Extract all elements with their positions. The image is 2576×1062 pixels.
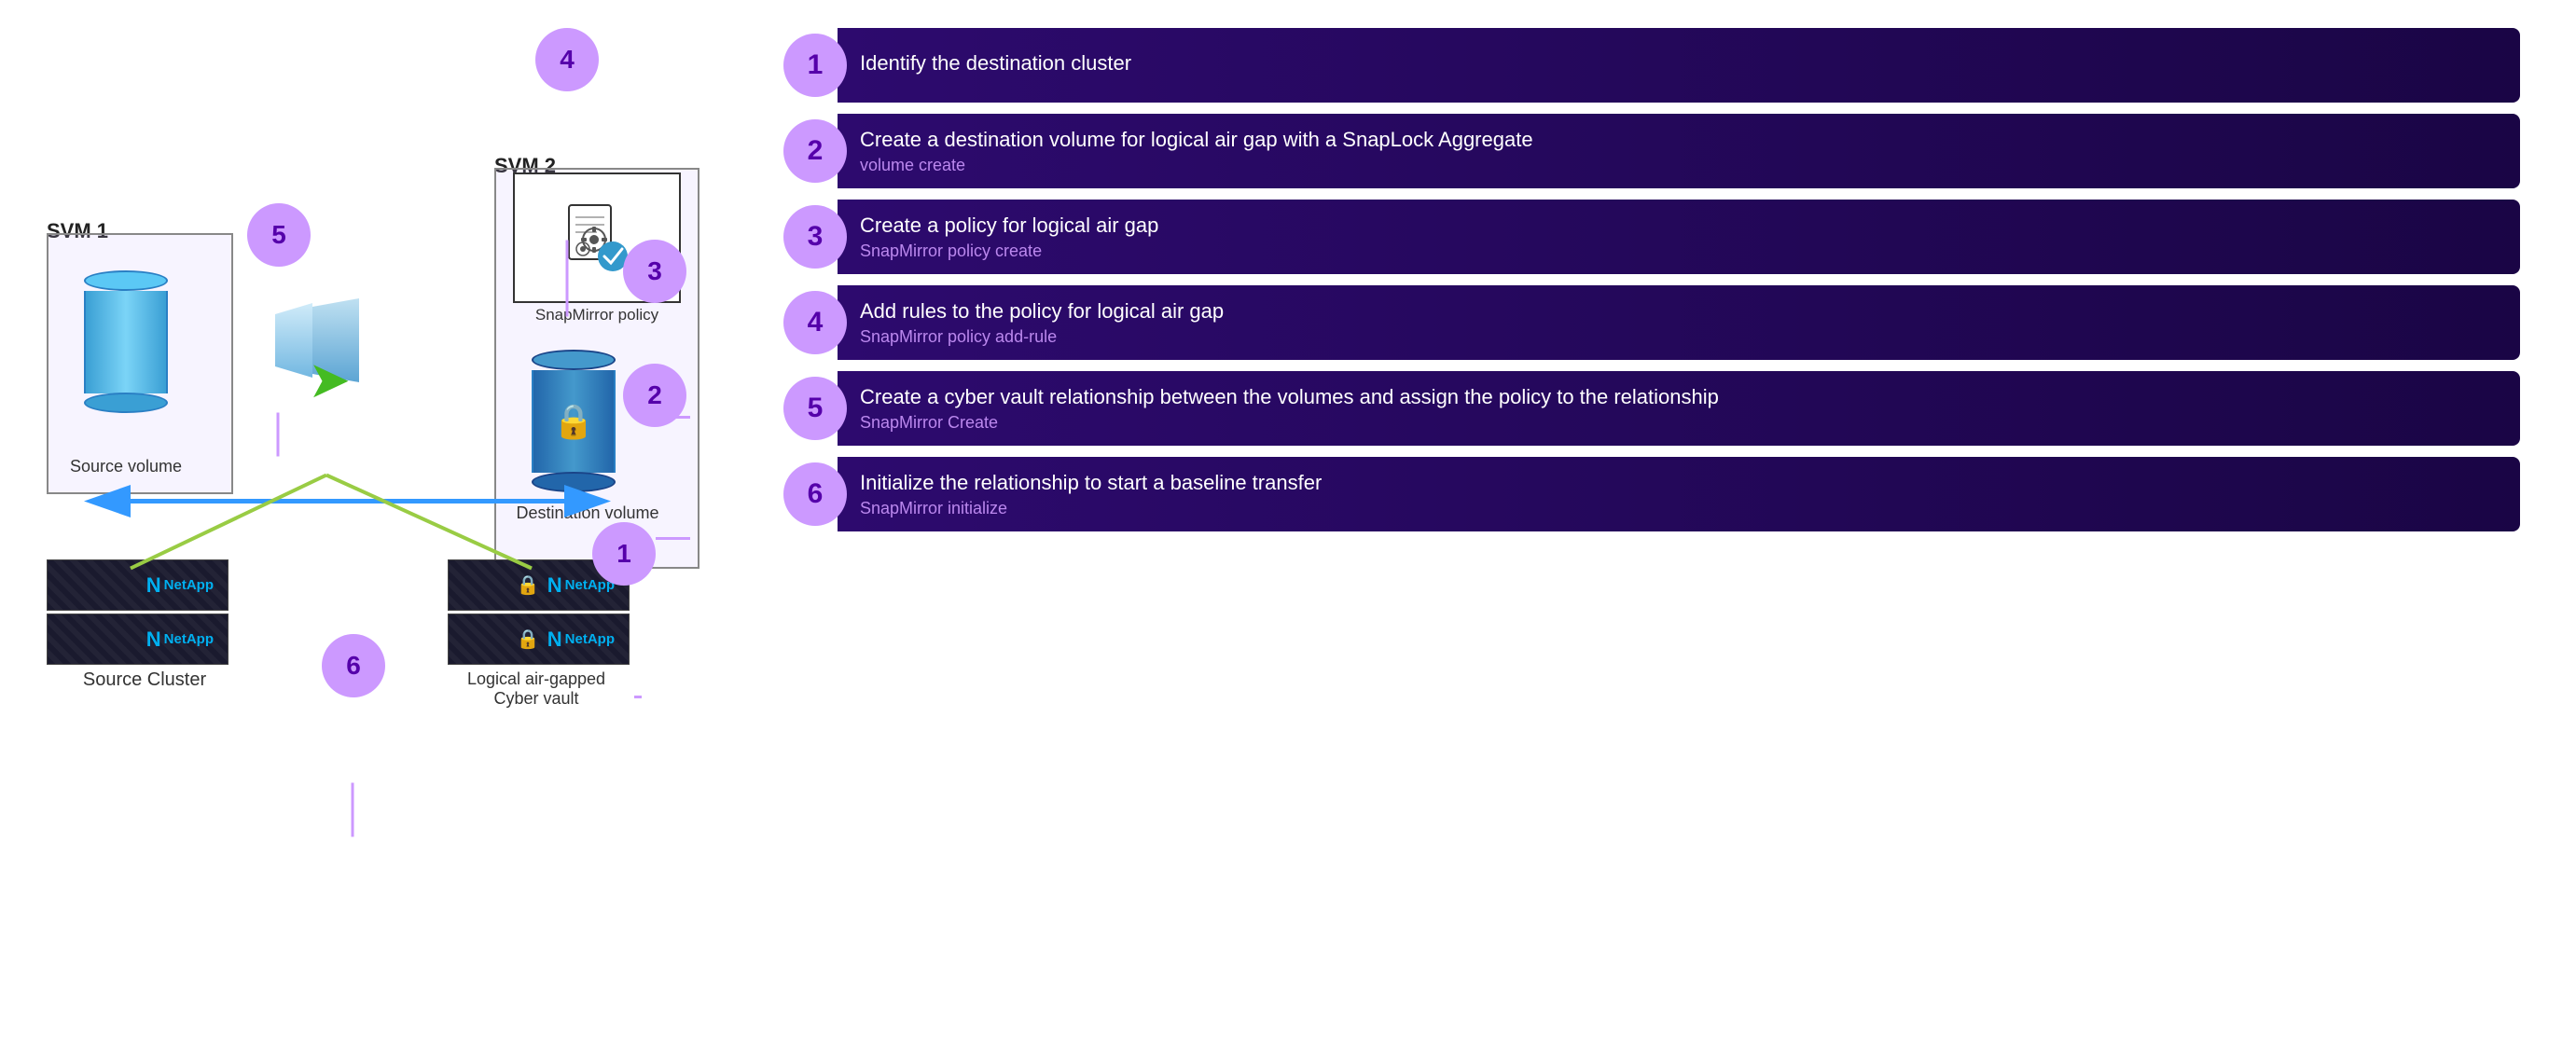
diagram-circle-6: 6 [322,634,385,697]
diagram-circle-3: 3 [623,240,686,303]
step-content-1: Identify the destination cluster [838,28,2520,103]
dest-cluster-label: Logical air-gapped Cyber vault [429,669,644,709]
snapmirror-policy-label: SnapMirror policy [508,306,686,324]
step-title-3: Create a policy for logical air gap [860,214,2498,238]
dest-cyl-top [532,350,616,370]
hardware-unit-4: 🔒 N NetApp [448,614,630,665]
dest-volume: 🔒 [532,350,616,492]
netapp-logo-3: N [547,573,562,598]
step-title-4: Add rules to the policy for logical air … [860,299,2498,324]
xfer-left [275,303,312,378]
source-volume [84,270,168,413]
step-title-2: Create a destination volume for logical … [860,128,2498,152]
hardware-unit-2: N NetApp [47,614,229,665]
step-title-5: Create a cyber vault relationship betwee… [860,385,2498,409]
step-title-6: Initialize the relationship to start a b… [860,471,2498,495]
diagram-circle-5: 5 [247,203,311,267]
diagram-circle-2: 2 [623,364,686,427]
netapp-logo: N [146,573,161,598]
netapp-logo-2: N [146,628,161,652]
main-container: SVM 1 Source volume ➤ SVM 2 [0,0,2576,1062]
steps-section: 1 Identify the destination cluster 2 Cre… [765,19,2539,1043]
policy-icons [564,200,630,275]
step-circle-3: 3 [783,205,847,269]
step-row-6: 6 Initialize the relationship to start a… [783,457,2520,531]
netapp-logo-4: N [547,628,562,652]
diagram-section: SVM 1 Source volume ➤ SVM 2 [37,19,765,1043]
netapp-text-4: NetApp [565,631,615,647]
step-circle-4: 4 [783,291,847,354]
step-content-2: Create a destination volume for logical … [838,114,2520,188]
hardware-stack-source: N NetApp N NetApp [47,559,229,668]
hardware-unit-1: N NetApp [47,559,229,611]
step-content-6: Initialize the relationship to start a b… [838,457,2520,531]
green-arrow-icon: ➤ [308,350,351,409]
cyl-bottom [84,393,168,413]
step-row-1: 1 Identify the destination cluster [783,28,2520,103]
netapp-text: NetApp [164,577,214,593]
dest-cyl-bottom [532,472,616,492]
policy-icon [564,200,630,275]
step-subtitle-6: SnapMirror initialize [860,499,2498,518]
netapp-text-2: NetApp [164,631,214,647]
source-volume-label: Source volume [65,457,187,476]
step-content-5: Create a cyber vault relationship betwee… [838,371,2520,446]
diagram-circle-4: 4 [535,28,599,91]
step-circle-6: 6 [783,462,847,526]
step-subtitle-5: SnapMirror Create [860,413,2498,433]
step-row-2: 2 Create a destination volume for logica… [783,114,2520,188]
step-circle-1: 1 [783,34,847,97]
step-row-5: 5 Create a cyber vault relationship betw… [783,371,2520,446]
diagram-circle-1: 1 [592,522,656,586]
dest-cyl-body: 🔒 [532,370,616,473]
cyl-top [84,270,168,291]
step-row-3: 3 Create a policy for logical air gap Sn… [783,200,2520,274]
step-circle-5: 5 [783,377,847,440]
cyl-body [84,291,168,393]
step-title-1: Identify the destination cluster [860,51,2498,76]
step-content-4: Add rules to the policy for logical air … [838,285,2520,360]
step-subtitle-4: SnapMirror policy add-rule [860,327,2498,347]
step-subtitle-2: volume create [860,156,2498,175]
step-subtitle-3: SnapMirror policy create [860,241,2498,261]
source-cluster-label: Source Cluster [56,669,233,691]
step-content-3: Create a policy for logical air gap Snap… [838,200,2520,274]
step-row-4: 4 Add rules to the policy for logical ai… [783,285,2520,360]
step-circle-2: 2 [783,119,847,183]
dest-volume-label: Destination volume [494,503,681,523]
